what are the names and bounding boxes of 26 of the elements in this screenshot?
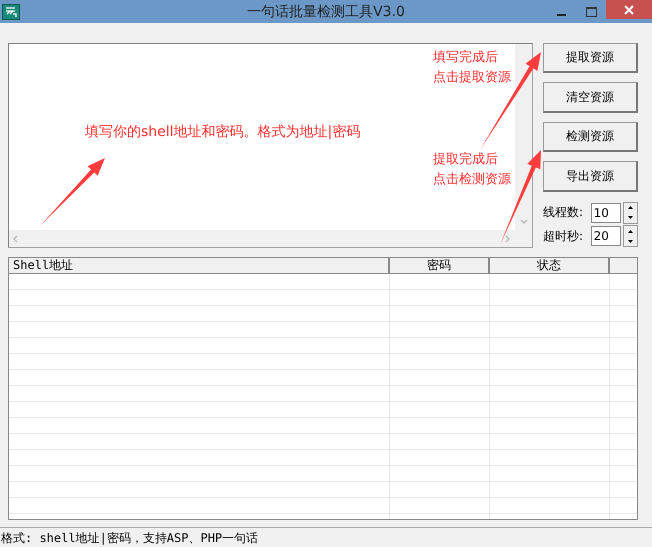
action-button[interactable]: 提取资源 (543, 43, 638, 74)
action-button[interactable]: 检测资源 (543, 122, 638, 152)
number-field[interactable]: 20 (590, 226, 621, 246)
column-header[interactable]: 密码 (390, 258, 490, 274)
setting-label: 超时秒: (543, 228, 584, 245)
action-button[interactable]: 导出资源 (543, 161, 638, 192)
annotation-text: 填写你的shell地址和密码。格式为地址|密码 (85, 123, 360, 142)
app-icon (2, 4, 20, 20)
text-area[interactable]: 填写你的shell地址和密码。格式为地址|密码 填写完成后 点击提取资源 提取完成后 点击检测资源 (8, 43, 533, 248)
annotation-text: 点击检测资源 (433, 171, 511, 189)
close-icon (624, 4, 634, 14)
window-title: 一句话批量检测工具V3.0 (247, 2, 405, 20)
annotation-text: 填写完成后 (433, 49, 499, 67)
setting-label: 线程数: (543, 204, 584, 222)
vertical-scrollbar[interactable] (515, 44, 532, 230)
annotation-text: 提取完成后 (433, 151, 499, 169)
action-button[interactable]: 清空资源 (543, 82, 638, 113)
annotation-text: 点击提取资源 (433, 69, 511, 87)
arrow (40, 158, 105, 226)
number-field[interactable]: 10 (590, 202, 621, 223)
spin-buttons[interactable] (622, 225, 638, 248)
status-bar: 格式: shell地址|密码，支持ASP、PHP一句话 (0, 527, 652, 547)
column-header[interactable]: Shell地址 (9, 258, 390, 274)
spin-buttons[interactable] (622, 202, 638, 224)
column-header[interactable]: 状态 (490, 258, 610, 274)
close-button[interactable] (606, 0, 652, 19)
